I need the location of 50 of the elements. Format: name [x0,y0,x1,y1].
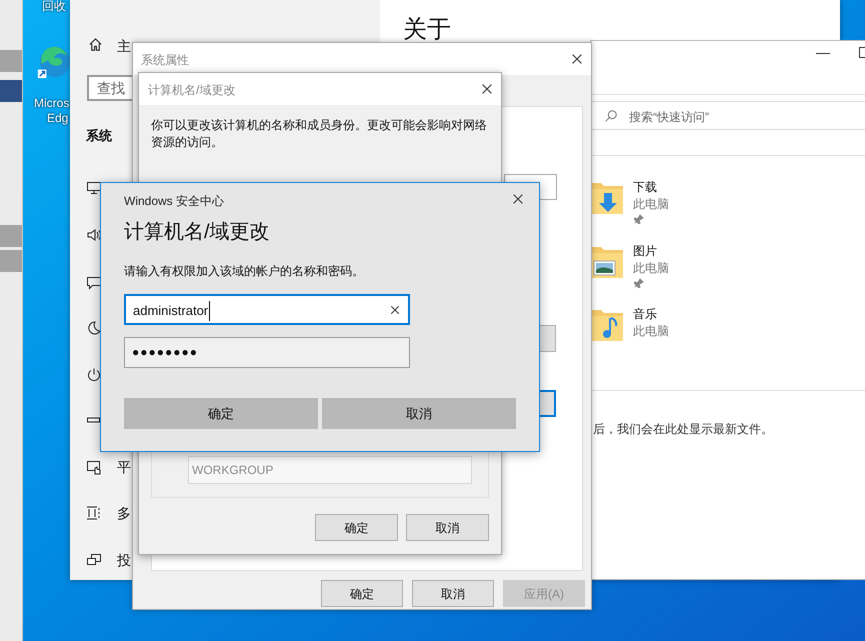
clear-icon [389,304,401,316]
field-value: administrator [133,301,210,320]
dialog-button[interactable]: 取消 [322,398,516,429]
close-icon [570,52,584,66]
nav-item[interactable]: 多 [117,503,131,524]
side-tab[interactable] [0,80,22,102]
dialog-button[interactable]: 确定 [315,514,398,541]
username-field[interactable]: administrator [124,294,410,325]
projector-icon [86,552,102,568]
side-tab[interactable] [0,50,22,72]
browser-icon [36,44,70,80]
close-icon [480,82,494,96]
section-title: 系统 [86,127,112,145]
folder-name[interactable]: 音乐 [633,307,657,321]
tablet-icon [86,459,102,475]
folder-name[interactable]: 下载 [633,180,657,194]
side-tab[interactable] [0,250,22,272]
minimize-button[interactable] [816,53,830,54]
home-icon [88,37,103,52]
dialog-button[interactable]: 取消 [412,580,494,607]
multitask-icon [86,505,102,521]
window-title: 系统属性 [141,52,189,69]
speech-bubble-icon [86,275,102,291]
dialog-button[interactable]: 确定 [321,580,403,607]
search-icon [604,109,618,123]
empty-state-text: 后，我们会在此处显示最新文件。 [593,421,773,438]
nav-link[interactable]: 主 [117,36,131,57]
speaker-icon [86,227,102,243]
page-heading: 关于 [403,18,451,42]
dialog-heading: 计算机名/域更改 [124,220,270,245]
monitor-icon [86,180,102,196]
password-field[interactable]: ●●●●●●●● [124,337,410,368]
side-tab[interactable] [0,225,22,247]
prompt-text: 请输入有权限加入该域的帐户的名称和密码。 [124,263,364,280]
nav-item[interactable]: 平 [117,457,131,478]
nav-item[interactable]: 投 [117,550,131,571]
dialog-button[interactable]: 取消 [406,514,489,541]
description-text: 你可以更改该计算机的名称和成员身份。更改可能会影响对网络资源的访问。 [151,117,488,151]
folder-location: 此电脑 [633,324,669,338]
window-title: 计算机名/域更改 [148,82,236,99]
folder-name[interactable]: 图片 [633,244,657,258]
window-title: Windows 安全中心 [124,193,224,210]
moon-icon [86,320,102,336]
dialog-button[interactable]: 确定 [124,398,318,429]
search-placeholder: 搜索“快速访问” [629,109,709,126]
folder-location: 此电脑 [633,261,669,275]
folder-location: 此电脑 [633,197,669,211]
search-field[interactable]: 搜索“快速访问” [591,101,865,130]
close-icon [511,192,525,206]
power-icon [86,367,102,383]
